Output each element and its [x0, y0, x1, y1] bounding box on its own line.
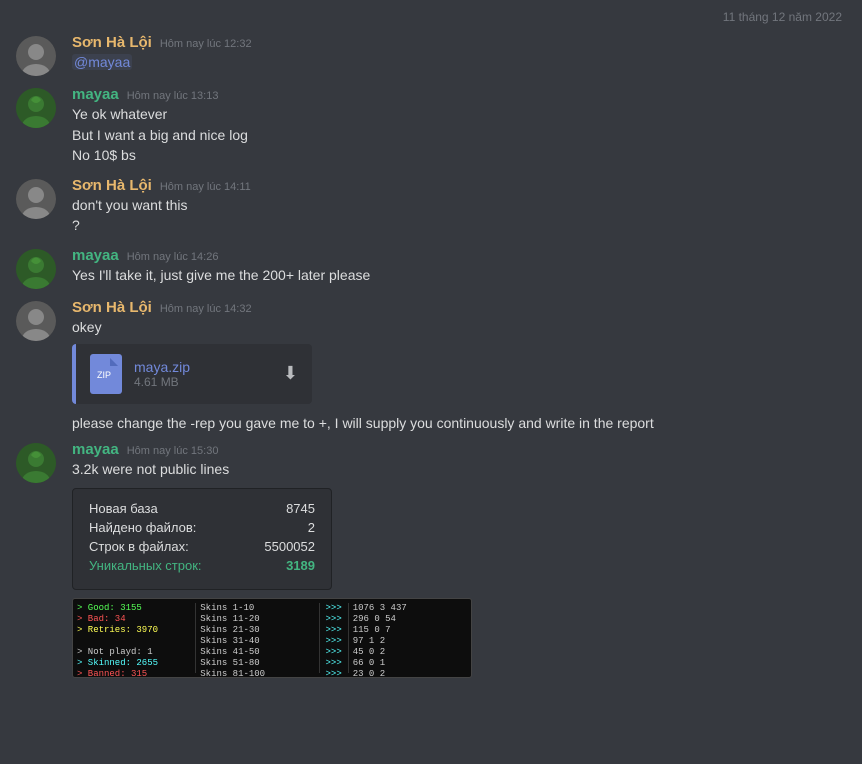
message-header-3: Sơn Hà Lội Hôm nay lúc 14:11: [72, 177, 846, 194]
terminal-col-arrows: >>> >>> >>> >>> >>> >>> >>> >>>: [324, 603, 344, 673]
file-info: maya.zip 4.61 MB: [134, 359, 271, 389]
message-line-2-0: Ye ok whatever: [72, 105, 846, 125]
message-line-3-1: ?: [72, 216, 846, 236]
table-value-2: 5500052: [264, 539, 315, 554]
avatar-son-2: [16, 179, 56, 219]
message-group-1: Sơn Hà Lội Hôm nay lúc 12:32 @mayaa: [0, 30, 862, 80]
table-value-3: 3189: [286, 558, 315, 573]
message-group-4: mayaa Hôm nay lúc 14:26 Yes I'll take it…: [0, 243, 862, 293]
username-1: Sơn Hà Lội: [72, 34, 152, 51]
avatar-son-1: [16, 36, 56, 76]
message-header-2: mayaa Hôm nay lúc 13:13: [72, 86, 846, 103]
date-divider: 11 tháng 12 năm 2022: [0, 0, 862, 30]
terminal-screenshot: > Good: 3155 > Bad: 34 > Retries: 3970 >…: [72, 598, 472, 678]
message-line-5-0: okey: [72, 318, 846, 338]
message-group-5: Sơn Hà Lội Hôm nay lúc 14:32 okey ZIP ma…: [0, 295, 862, 408]
timestamp-3: Hôm nay lúc 14:11: [160, 181, 251, 193]
svg-text:ZIP: ZIP: [97, 370, 111, 380]
message-content-4: mayaa Hôm nay lúc 14:26 Yes I'll take it…: [72, 247, 846, 289]
timestamp-2: Hôm nay lúc 13:13: [127, 90, 219, 102]
timestamp-1: Hôm nay lúc 12:32: [160, 38, 252, 50]
table-label-0: Новая база: [89, 501, 158, 516]
table-label-2: Строк в файлах:: [89, 539, 189, 554]
mention-1: @mayaa: [72, 54, 132, 70]
table-row-3: Уникальных строк: 3189: [89, 558, 315, 573]
message-line-2-1: But I want a big and nice log: [72, 126, 846, 146]
timestamp-5: Hôm nay lúc 14:32: [160, 303, 252, 315]
message-header-5: Sơn Hà Lội Hôm nay lúc 14:32: [72, 299, 846, 316]
message-group-2: mayaa Hôm nay lúc 13:13 Ye ok whatever B…: [0, 82, 862, 171]
table-value-0: 8745: [286, 501, 315, 516]
message-header-4: mayaa Hôm nay lúc 14:26: [72, 247, 846, 264]
username-3: Sơn Hà Lội: [72, 177, 152, 194]
username-5: Sơn Hà Lội: [72, 299, 152, 316]
message-line-2-2: No 10$ bs: [72, 146, 846, 166]
timestamp-6: Hôm nay lúc 15:30: [127, 445, 219, 457]
file-icon: ZIP: [90, 354, 122, 394]
message-header-6: mayaa Hôm nay lúc 15:30: [72, 441, 846, 458]
avatar-mayaa-1: [16, 88, 56, 128]
message-text-1: @mayaa: [72, 53, 846, 73]
message-line-3-0: don't you want this: [72, 196, 846, 216]
file-name: maya.zip: [134, 359, 271, 375]
data-table: Новая база 8745 Найдено файлов: 2 Строк …: [72, 488, 332, 590]
terminal-divider-3: [348, 603, 349, 673]
message-content-1: Sơn Hà Lội Hôm nay lúc 12:32 @mayaa: [72, 34, 846, 76]
message-line-6-0: 3.2k were not public lines: [72, 460, 846, 480]
table-row-0: Новая база 8745: [89, 501, 315, 516]
file-size: 4.61 MB: [134, 375, 271, 389]
username-4: mayaa: [72, 247, 119, 264]
chat-container: 11 tháng 12 năm 2022 Sơn Hà Lội Hôm nay …: [0, 0, 862, 682]
terminal-col-counts: 1076 3 437 296 0 54 115 0 7 97 1 2 45 0 …: [353, 603, 467, 673]
terminal-divider-1: [195, 603, 196, 673]
system-message: please change the -rep you gave me to +,…: [0, 410, 862, 438]
terminal-divider-2: [319, 603, 320, 673]
table-label-3: Уникальных строк:: [89, 558, 202, 573]
avatar-mayaa-2: [16, 249, 56, 289]
username-2: mayaa: [72, 86, 119, 103]
table-value-1: 2: [308, 520, 315, 535]
message-header-1: Sơn Hà Lội Hôm nay lúc 12:32: [72, 34, 846, 51]
username-6: mayaa: [72, 441, 119, 458]
table-label-1: Найдено файлов:: [89, 520, 196, 535]
message-group-3: Sơn Hà Lội Hôm nay lúc 14:11 don't you w…: [0, 173, 862, 241]
message-group-6: mayaa Hôm nay lúc 15:30 3.2k were not pu…: [0, 437, 862, 682]
terminal-col-left: > Good: 3155 > Bad: 34 > Retries: 3970 >…: [77, 603, 191, 673]
avatar-son-3: [16, 301, 56, 341]
table-row-1: Найдено файлов: 2: [89, 520, 315, 535]
terminal-col-skins: Skins 1-10 Skins 11-20 Skins 21-30 Skins…: [200, 603, 314, 673]
message-content-3: Sơn Hà Lội Hôm nay lúc 14:11 don't you w…: [72, 177, 846, 237]
message-content-2: mayaa Hôm nay lúc 13:13 Ye ok whatever B…: [72, 86, 846, 167]
message-content-5: Sơn Hà Lội Hôm nay lúc 14:32 okey ZIP ma…: [72, 299, 846, 404]
timestamp-4: Hôm nay lúc 14:26: [127, 251, 219, 263]
message-line-4-0: Yes I'll take it, just give me the 200+ …: [72, 266, 846, 286]
file-attachment[interactable]: ZIP maya.zip 4.61 MB ⬇: [72, 344, 312, 404]
message-content-6: mayaa Hôm nay lúc 15:30 3.2k were not pu…: [72, 441, 846, 678]
avatar-mayaa-3: [16, 443, 56, 483]
table-row-2: Строк в файлах: 5500052: [89, 539, 315, 554]
download-icon[interactable]: ⬇: [283, 363, 298, 384]
